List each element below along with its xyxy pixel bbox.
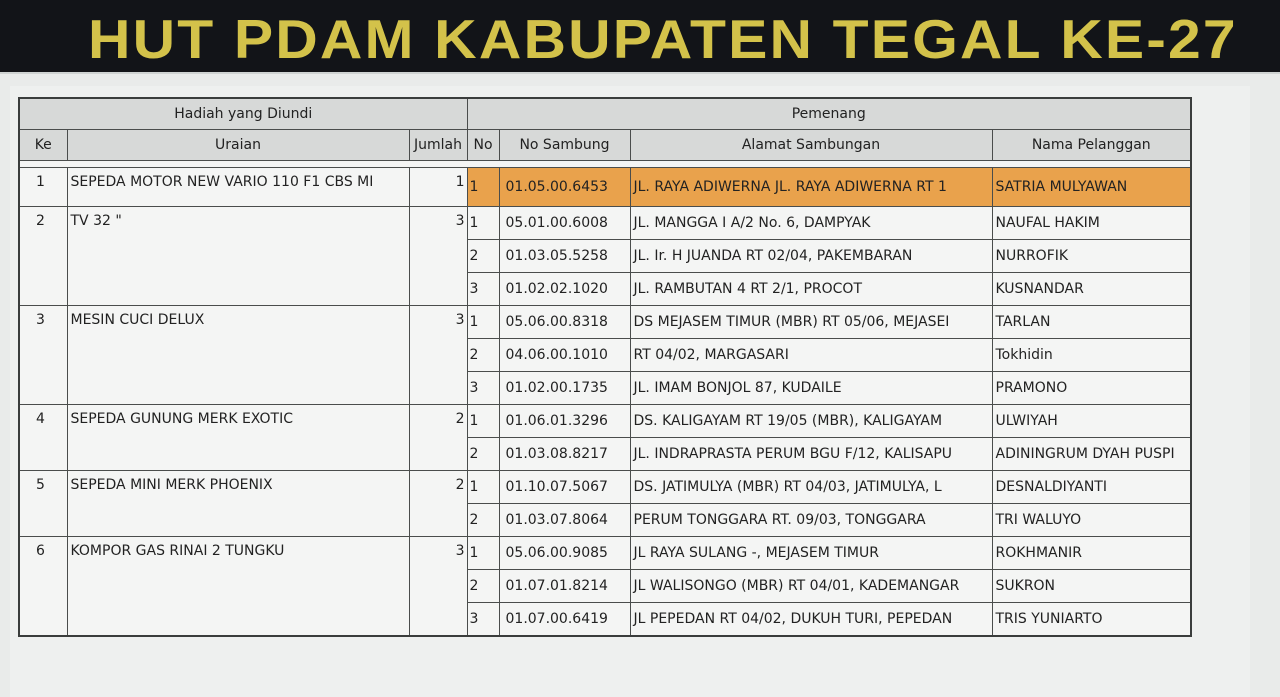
prize-description-cell[interactable]: SEPEDA MOTOR NEW VARIO 110 F1 CBS MI [66, 167, 410, 207]
customer-name-cell[interactable]: SUKRON [991, 569, 1192, 603]
connection-number-cell[interactable]: 01.03.08.8217 [498, 437, 631, 471]
column-header-row: Ke Uraian Jumlah No No Sambung Alamat Sa… [18, 129, 1192, 161]
prize-number-cell[interactable]: 3 [18, 305, 68, 405]
customer-name-cell[interactable]: TRI WALUYO [991, 503, 1192, 537]
winner-index-cell[interactable]: 2 [466, 338, 500, 372]
customer-name-cell[interactable]: ADININGRUM DYAH PUSPI [991, 437, 1192, 471]
winner-index-cell[interactable]: 3 [466, 371, 500, 405]
connection-number-cell[interactable]: 05.06.00.9085 [498, 536, 631, 570]
prize-quantity-cell[interactable]: 3 [408, 305, 468, 405]
connection-address-cell[interactable]: RT 04/02, MARGASARI [629, 338, 993, 372]
prize-description-cell[interactable]: TV 32 " [66, 206, 410, 306]
table-row: 1 SEPEDA MOTOR NEW VARIO 110 F1 CBS MI 1 1 0… [18, 167, 1192, 207]
prize-description-cell[interactable]: SEPEDA GUNUNG MERK EXOTIC [66, 404, 410, 471]
table-row: 6 KOMPOR GAS RINAI 2 TUNGKU 3 1 05.06.00.908… [18, 536, 1192, 637]
connection-number-cell[interactable]: 01.03.05.5258 [498, 239, 631, 273]
table-row: 2 TV 32 " 3 1 05.01.00.6008 JL. MANGGA I A/2 … [18, 206, 1192, 306]
connection-address-cell[interactable]: JL PEPEDAN RT 04/02, DUKUH TURI, PEPEDAN [629, 602, 993, 637]
connection-number-cell[interactable]: 01.06.01.3296 [498, 404, 631, 438]
col-header-no[interactable]: No [466, 129, 500, 161]
col-header-nama[interactable]: Nama Pelanggan [991, 129, 1192, 161]
prize-description-cell[interactable]: KOMPOR GAS RINAI 2 TUNGKU [66, 536, 410, 637]
winner-index-cell[interactable]: 2 [466, 437, 500, 471]
winner-index-cell[interactable]: 1 [466, 470, 500, 504]
connection-number-cell[interactable]: 01.03.07.8064 [498, 503, 631, 537]
customer-name-cell[interactable]: SATRIA MULYAWAN [991, 167, 1192, 207]
winner-index-cell[interactable]: 2 [466, 503, 500, 537]
customer-name-cell[interactable]: ROKHMANIR [991, 536, 1192, 570]
prize-quantity-cell[interactable]: 3 [408, 536, 468, 637]
winner-index-cell[interactable]: 1 [466, 167, 500, 207]
connection-number-cell[interactable]: 01.02.02.1020 [498, 272, 631, 306]
customer-name-cell[interactable]: TARLAN [991, 305, 1192, 339]
connection-number-cell[interactable]: 05.06.00.8318 [498, 305, 631, 339]
prize-number-cell[interactable]: 1 [18, 167, 68, 207]
winner-index-cell[interactable]: 2 [466, 239, 500, 273]
prize-number-cell[interactable]: 4 [18, 404, 68, 471]
connection-address-cell[interactable]: JL. RAYA ADIWERNA JL. RAYA ADIWERNA RT 1 [629, 167, 993, 207]
connection-number-cell[interactable]: 04.06.00.1010 [498, 338, 631, 372]
connection-address-cell[interactable]: DS MEJASEM TIMUR (MBR) RT 05/06, MEJASEI [629, 305, 993, 339]
connection-number-cell[interactable]: 01.10.07.5067 [498, 470, 631, 504]
customer-name-cell[interactable]: DESNALDIYANTI [991, 470, 1192, 504]
customer-name-cell[interactable]: KUSNANDAR [991, 272, 1192, 306]
winner-index-cell[interactable]: 1 [466, 404, 500, 438]
connection-address-cell[interactable]: DS. KALIGAYAM RT 19/05 (MBR), KALIGAYAM [629, 404, 993, 438]
customer-name-cell[interactable]: ULWIYAH [991, 404, 1192, 438]
col-header-jumlah[interactable]: Jumlah [408, 129, 468, 161]
connection-number-cell[interactable]: 01.07.00.6419 [498, 602, 631, 637]
connection-address-cell[interactable]: JL. MANGGA I A/2 No. 6, DAMPYAK [629, 206, 993, 240]
customer-name-cell[interactable]: Tokhidin [991, 338, 1192, 372]
winner-index-cell[interactable]: 3 [466, 272, 500, 306]
winner-index-cell[interactable]: 2 [466, 569, 500, 603]
connection-number-cell[interactable]: 01.05.00.6453 [498, 167, 631, 207]
customer-name-cell[interactable]: TRIS YUNIARTO [991, 602, 1192, 637]
prize-number-cell[interactable]: 5 [18, 470, 68, 537]
prize-number-cell[interactable]: 2 [18, 206, 68, 306]
connection-address-cell[interactable]: JL RAYA SULANG -, MEJASEM TIMUR [629, 536, 993, 570]
prize-quantity-cell[interactable]: 2 [408, 470, 468, 537]
connection-address-cell[interactable]: JL. IMAM BONJOL 87, KUDAILE [629, 371, 993, 405]
prize-description-cell[interactable]: SEPEDA MINI MERK PHOENIX [66, 470, 410, 537]
col-header-no-sambung[interactable]: No Sambung [498, 129, 631, 161]
connection-number-cell[interactable]: 01.07.01.8214 [498, 569, 631, 603]
winner-group-header[interactable]: Pemenang [466, 97, 1192, 130]
group-header-row: Hadiah yang Diundi Pemenang [18, 97, 1192, 130]
table-row: 4 SEPEDA GUNUNG MERK EXOTIC 2 1 01.06.01.329… [18, 404, 1192, 471]
customer-name-cell[interactable]: PRAMONO [991, 371, 1192, 405]
prize-number-cell[interactable]: 6 [18, 536, 68, 637]
table-row: 5 SEPEDA MINI MERK PHOENIX 2 1 01.10.07.5067… [18, 470, 1192, 537]
connection-address-cell[interactable]: JL WALISONGO (MBR) RT 04/01, KADEMANGAR [629, 569, 993, 603]
col-header-alamat[interactable]: Alamat Sambungan [629, 129, 993, 161]
prize-draw-table: Hadiah yang Diundi Pemenang Ke Uraian Ju… [18, 97, 1192, 637]
col-header-uraian[interactable]: Uraian [66, 129, 410, 161]
page-title: HUT PDAM KABUPATEN TEGAL KE-27 [88, 8, 1238, 70]
spacer-cell [18, 160, 1192, 168]
prize-quantity-cell[interactable]: 2 [408, 404, 468, 471]
winner-index-cell[interactable]: 1 [466, 206, 500, 240]
table-row: 3 MESIN CUCI DELUX 3 1 05.06.00.8318 DS MEJAS… [18, 305, 1192, 405]
connection-address-cell[interactable]: JL. Ir. H JUANDA RT 02/04, PAKEMBARAN [629, 239, 993, 273]
prize-group-header[interactable]: Hadiah yang Diundi [18, 97, 468, 130]
spacer-row [18, 160, 1192, 168]
connection-address-cell[interactable]: JL. INDRAPRASTA PERUM BGU F/12, KALISAPU [629, 437, 993, 471]
title-banner: HUT PDAM KABUPATEN TEGAL KE-27 [0, 0, 1280, 74]
col-header-ke[interactable]: Ke [18, 129, 68, 161]
connection-address-cell[interactable]: PERUM TONGGARA RT. 09/03, TONGGARA [629, 503, 993, 537]
customer-name-cell[interactable]: NURROFIK [991, 239, 1192, 273]
winner-index-cell[interactable]: 1 [466, 305, 500, 339]
customer-name-cell[interactable]: NAUFAL HAKIM [991, 206, 1192, 240]
winner-index-cell[interactable]: 1 [466, 536, 500, 570]
connection-number-cell[interactable]: 05.01.00.6008 [498, 206, 631, 240]
connection-address-cell[interactable]: JL. RAMBUTAN 4 RT 2/1, PROCOT [629, 272, 993, 306]
prize-quantity-cell[interactable]: 3 [408, 206, 468, 306]
prize-description-cell[interactable]: MESIN CUCI DELUX [66, 305, 410, 405]
winner-index-cell[interactable]: 3 [466, 602, 500, 637]
connection-address-cell[interactable]: DS. JATIMULYA (MBR) RT 04/03, JATIMULYA,… [629, 470, 993, 504]
prize-quantity-cell[interactable]: 1 [408, 167, 468, 207]
connection-number-cell[interactable]: 01.02.00.1735 [498, 371, 631, 405]
